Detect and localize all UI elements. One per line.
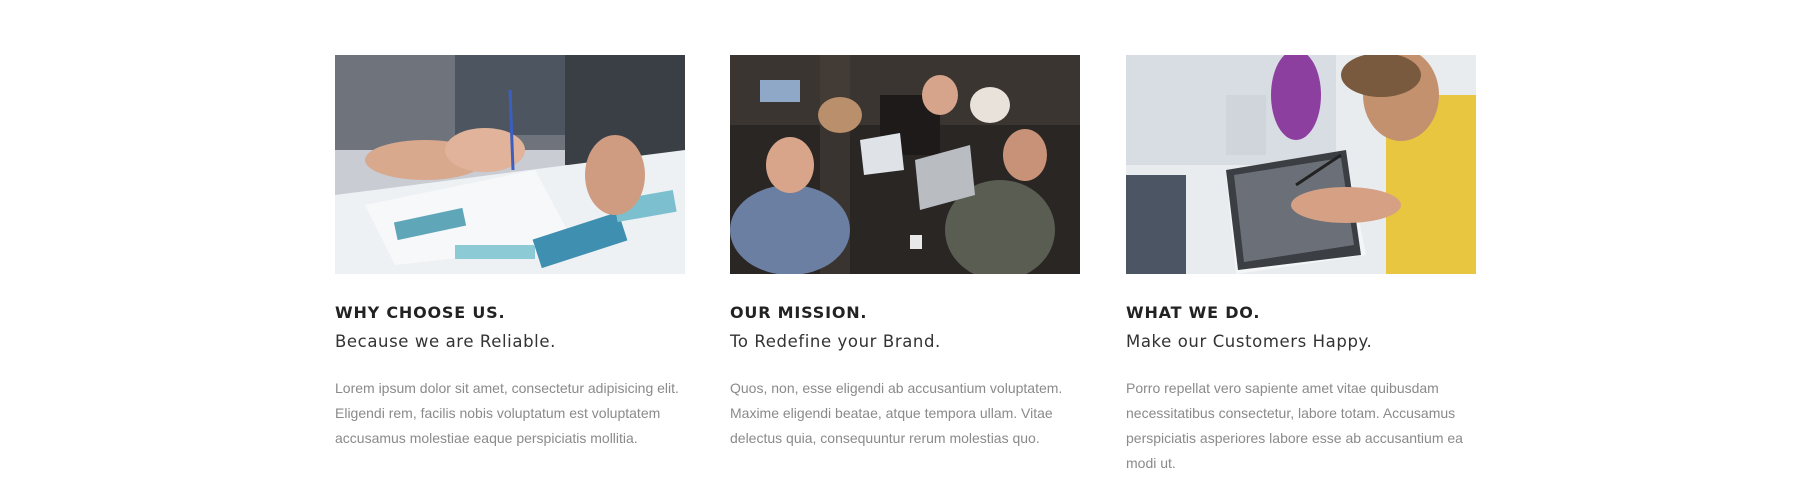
feature-text: Lorem ipsum dolor sit amet, consectetur … xyxy=(335,380,679,446)
feature-title: OUR MISSION. xyxy=(730,303,868,322)
feature-subtitle: To Redefine your Brand. xyxy=(730,332,941,351)
features-section: WHY CHOOSE US. Because we are Reliable. … xyxy=(0,0,1810,502)
feature-subtitle: Make our Customers Happy. xyxy=(1126,332,1373,351)
feature-card-our-mission: OUR MISSION. To Redefine your Brand. Quo… xyxy=(730,55,1080,451)
man-drawing-on-tablet-photo xyxy=(1126,55,1476,274)
feature-subtitle: Because we are Reliable. xyxy=(335,332,556,351)
hands-writing-on-papers-photo xyxy=(335,55,685,274)
feature-title: WHAT WE DO. xyxy=(1126,303,1261,322)
feature-text: Porro repellat vero sapiente amet vitae … xyxy=(1126,380,1463,471)
feature-card-why-choose-us: WHY CHOOSE US. Because we are Reliable. … xyxy=(335,55,685,451)
feature-title: WHY CHOOSE US. xyxy=(335,303,506,322)
feature-card-what-we-do: WHAT WE DO. Make our Customers Happy. Po… xyxy=(1126,55,1476,476)
people-with-laptops-meeting-photo xyxy=(730,55,1080,274)
feature-text: Quos, non, esse eligendi ab accusantium … xyxy=(730,380,1063,446)
